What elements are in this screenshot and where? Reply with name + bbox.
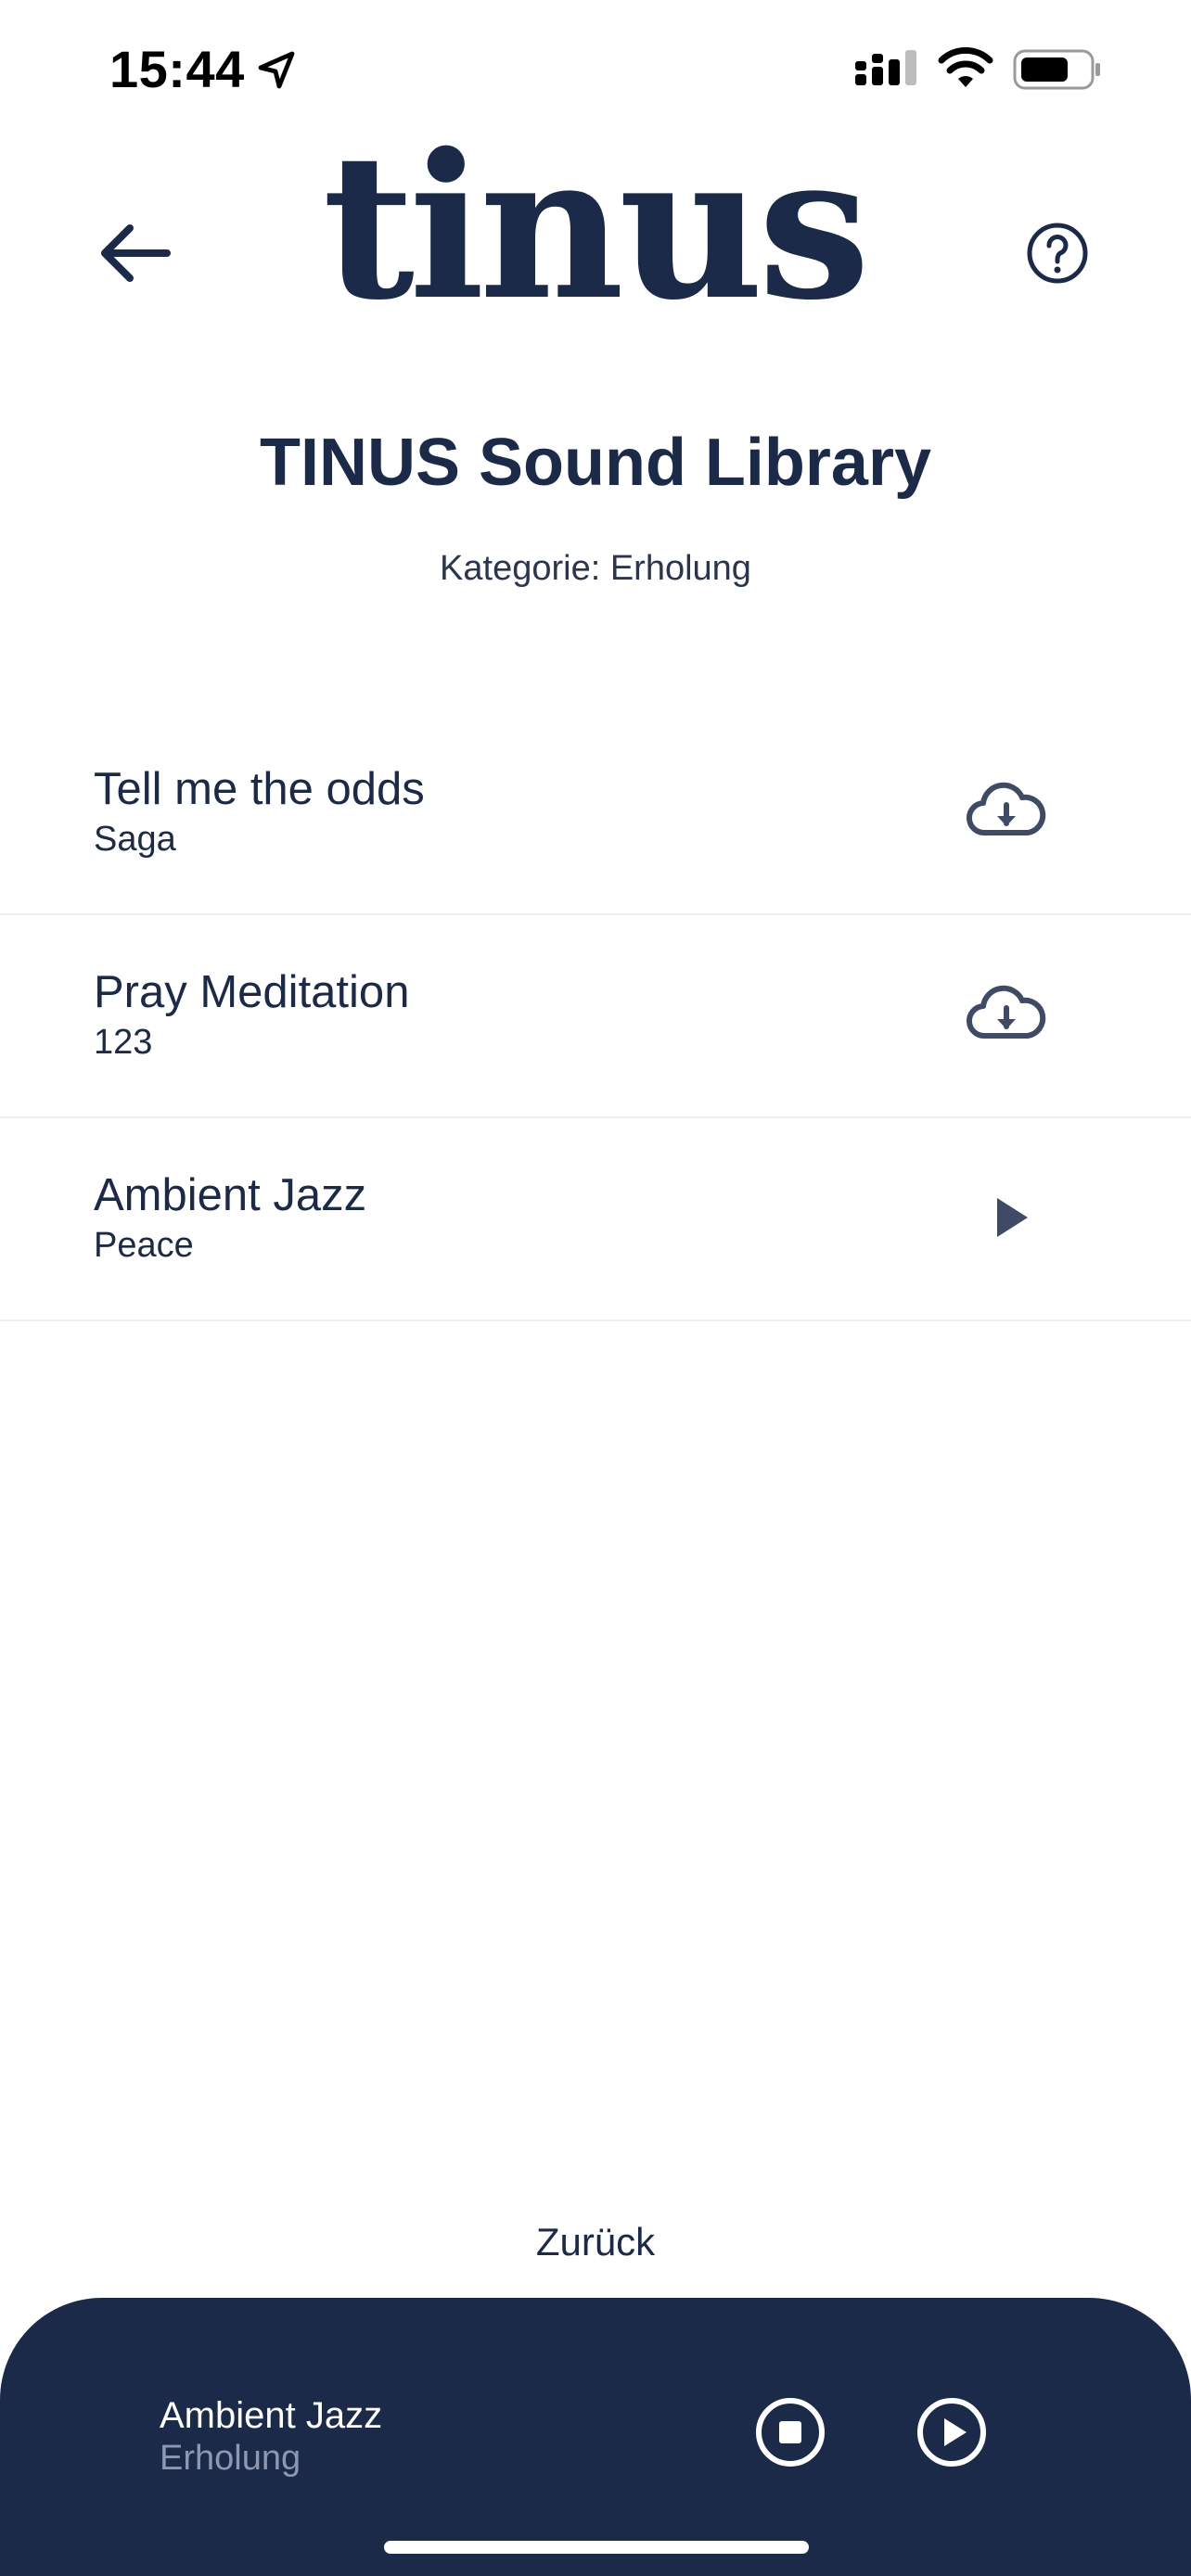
question-circle-icon[interactable] xyxy=(1025,221,1090,286)
track-subtitle: 123 xyxy=(94,1023,153,1062)
track-title: Tell me the odds xyxy=(94,764,425,814)
track-title: Pray Meditation xyxy=(94,967,410,1017)
stop-circle-icon[interactable] xyxy=(753,2395,827,2469)
tinus-logo: tinus xyxy=(306,109,881,344)
status-time: 15:44 xyxy=(109,40,245,98)
player-track-category: Erholung xyxy=(160,2439,301,2478)
play-circle-icon[interactable] xyxy=(915,2395,989,2469)
play-icon[interactable] xyxy=(965,1185,1048,1250)
track-subtitle: Saga xyxy=(94,820,176,859)
back-arrow-icon[interactable] xyxy=(93,211,176,295)
zurueck-button[interactable]: Zurück xyxy=(0,2220,1191,2264)
mini-player: Ambient Jazz Erholung xyxy=(0,2298,1191,2576)
cellular-signal-icon xyxy=(855,50,916,85)
list-item[interactable]: Pray Meditation 123 xyxy=(0,915,1191,1118)
battery-icon xyxy=(1013,49,1100,90)
home-indicator xyxy=(384,2541,809,2554)
page-title: TINUS Sound Library xyxy=(259,426,932,500)
list-item[interactable]: Ambient Jazz Peace xyxy=(0,1118,1191,1321)
list-item[interactable]: Tell me the odds Saga xyxy=(0,712,1191,915)
track-subtitle: Peace xyxy=(94,1226,194,1265)
logo-text: tinus xyxy=(322,109,871,344)
location-arrow-icon xyxy=(258,51,295,89)
player-track-title: Ambient Jazz xyxy=(160,2395,383,2436)
cloud-download-icon[interactable] xyxy=(965,779,1048,844)
track-title: Ambient Jazz xyxy=(94,1170,367,1220)
track-list: Tell me the odds Saga Pray Meditation 12… xyxy=(0,712,1191,1321)
category-label: Kategorie: Erholung xyxy=(440,549,751,588)
wifi-icon xyxy=(938,46,993,87)
cloud-download-icon[interactable] xyxy=(965,982,1048,1047)
